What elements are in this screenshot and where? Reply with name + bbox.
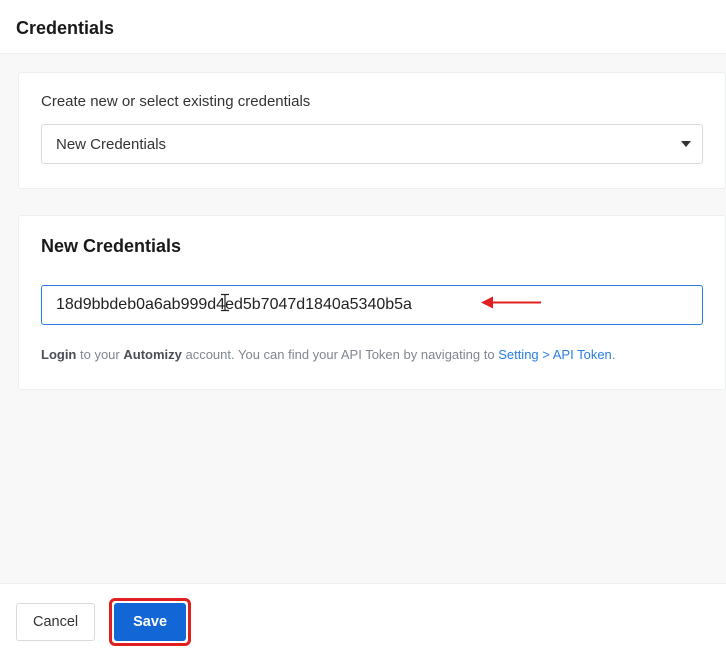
select-credentials-label: Create new or select existing credential…: [41, 93, 703, 110]
credentials-select-input[interactable]: [41, 124, 703, 164]
credentials-select[interactable]: [41, 124, 703, 164]
save-button[interactable]: Save: [114, 603, 186, 641]
credentials-page: Credentials Create new or select existin…: [0, 0, 726, 659]
api-token-settings-link[interactable]: Setting > API Token: [498, 347, 612, 362]
help-text-3: .: [612, 347, 616, 362]
content-area: Create new or select existing credential…: [0, 53, 726, 583]
new-credentials-title: New Credentials: [41, 236, 703, 257]
api-token-field-wrap: [41, 285, 703, 325]
help-text-2: account. You can find your API Token by …: [182, 347, 498, 362]
new-credentials-card: New Credentials Login to your Automizy a…: [18, 215, 726, 390]
help-text: Login to your Automizy account. You can …: [41, 345, 703, 365]
select-credentials-card: Create new or select existing credential…: [18, 72, 726, 189]
help-login-word: Login: [41, 347, 76, 362]
save-button-highlight: Save: [109, 598, 191, 646]
cancel-button[interactable]: Cancel: [16, 603, 95, 641]
footer-bar: Cancel Save: [0, 583, 726, 659]
api-token-input[interactable]: [41, 285, 703, 325]
page-header: Credentials: [0, 0, 726, 53]
help-text-1: to your: [76, 347, 123, 362]
page-title: Credentials: [16, 18, 710, 39]
help-brand: Automizy: [123, 347, 182, 362]
